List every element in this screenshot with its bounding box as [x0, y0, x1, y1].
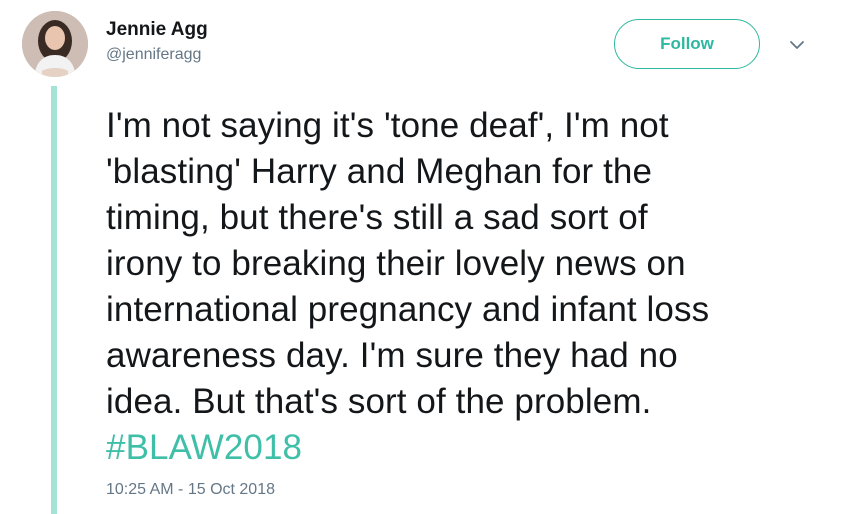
chevron-down-icon[interactable]	[788, 38, 806, 52]
tweet-line: international pregnancy and infant loss	[106, 290, 710, 329]
tweet-card: Jennie Agg @jenniferagg Follow I'm not s…	[0, 0, 850, 514]
tweet-line: 'blasting' Harry and Meghan for the	[106, 152, 653, 191]
hashtag-link[interactable]: #BLAW2018	[106, 425, 826, 471]
follow-button-label: Follow	[660, 34, 714, 53]
tweet-line: timing, but there's still a sad sort of	[106, 198, 648, 237]
tweet-line: I'm not saying it's 'tone deaf', I'm not	[106, 106, 669, 145]
author-block: Jennie Agg @jenniferagg	[106, 18, 208, 66]
profile-photo-icon	[22, 11, 88, 77]
tweet-line: idea. But that's sort of the problem.	[106, 382, 652, 421]
thread-line	[51, 86, 57, 514]
tweet-line: awareness day. I'm sure they had no	[106, 336, 678, 375]
tweet-text: I'm not saying it's 'tone deaf', I'm not…	[106, 103, 826, 471]
tweet-timestamp[interactable]: 10:25 AM - 15 Oct 2018	[106, 480, 275, 500]
author-name[interactable]: Jennie Agg	[106, 18, 208, 42]
avatar[interactable]	[22, 11, 88, 77]
tweet-line: irony to breaking their lovely news on	[106, 244, 686, 283]
author-handle[interactable]: @jenniferagg	[106, 44, 208, 66]
follow-button[interactable]: Follow	[614, 19, 760, 69]
